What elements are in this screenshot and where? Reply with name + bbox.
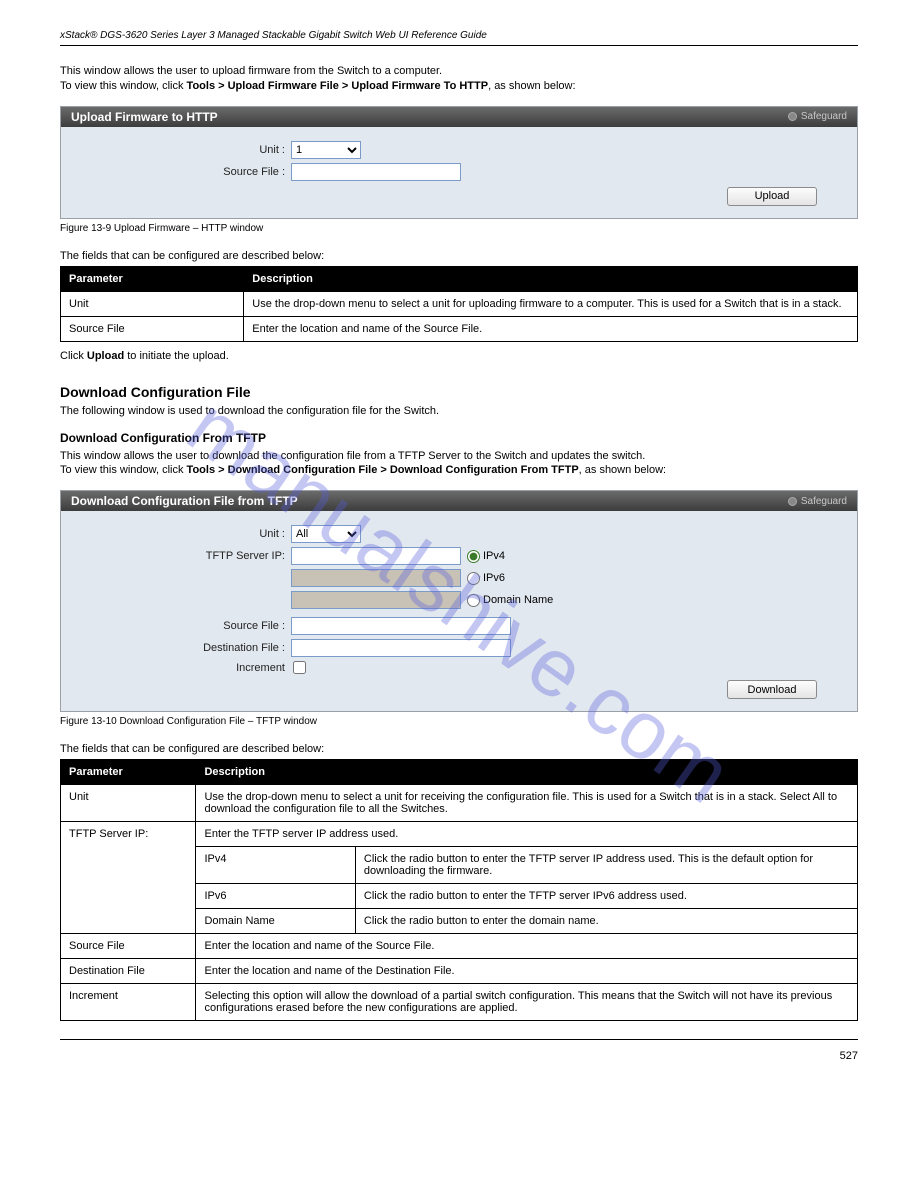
ipv4-label: IPv4 bbox=[483, 550, 505, 562]
intro-text: , as shown below: bbox=[488, 80, 575, 92]
tftp-ipv4-input[interactable] bbox=[291, 547, 461, 565]
section1-intro: This window allows the user to upload fi… bbox=[60, 64, 858, 94]
subsection-title: Download Configuration From TFTP bbox=[60, 431, 858, 445]
panel-title-bar: Download Configuration File from TFTP Sa… bbox=[61, 491, 857, 511]
page-footer: 527 bbox=[60, 1050, 858, 1062]
param-cell: Source File bbox=[61, 316, 244, 341]
page-content: xStack® DGS-3620 Series Layer 3 Managed … bbox=[0, 0, 918, 1092]
source-file-input[interactable] bbox=[291, 163, 461, 181]
increment-checkbox[interactable] bbox=[293, 661, 306, 674]
source-file-label: Source File : bbox=[71, 620, 291, 632]
section2-intro: The following window is used to download… bbox=[60, 404, 858, 419]
table-row: Unit Use the drop-down menu to select a … bbox=[61, 785, 858, 822]
desc-cell: Click the radio button to enter the doma… bbox=[355, 909, 857, 934]
table-row: Unit Use the drop-down menu to select a … bbox=[61, 291, 858, 316]
intro-path: Tools > Upload Firmware File > Upload Fi… bbox=[187, 80, 489, 92]
ipv6-radio[interactable] bbox=[467, 572, 480, 585]
fields-intro-2: The fields that can be configured are de… bbox=[60, 743, 858, 755]
safeguard-label: Safeguard bbox=[801, 496, 847, 507]
figure-caption-2: Figure 13-10 Download Configuration File… bbox=[60, 716, 858, 727]
table-row: Source File Enter the location and name … bbox=[61, 934, 858, 959]
source-file-input[interactable] bbox=[291, 617, 511, 635]
fields-intro-1: The fields that can be configured are de… bbox=[60, 250, 858, 262]
domain-label: Domain Name bbox=[483, 594, 553, 606]
desc-cell: Enter the TFTP server IP address used. bbox=[196, 822, 858, 847]
safeguard-icon bbox=[788, 497, 797, 506]
intro-text: To view this window, click bbox=[60, 464, 187, 476]
desc-cell: Use the drop-down menu to select a unit … bbox=[196, 785, 858, 822]
dest-file-input[interactable] bbox=[291, 639, 511, 657]
panel-title: Download Configuration File from TFTP bbox=[71, 494, 298, 508]
upload-firmware-panel: Upload Firmware to HTTP Safeguard Unit :… bbox=[60, 106, 858, 219]
intro-text: This window allows the user to upload fi… bbox=[60, 65, 442, 77]
intro-text: , as shown below: bbox=[579, 464, 666, 476]
unit-select[interactable]: 1 bbox=[291, 141, 361, 159]
desc-cell: Click the radio button to enter the TFTP… bbox=[355, 847, 857, 884]
th-param: Parameter bbox=[61, 266, 244, 291]
intro-text: This window allows the user to download … bbox=[60, 450, 645, 462]
header-rule bbox=[60, 45, 858, 46]
intro-path: Tools > Download Configuration File > Do… bbox=[187, 464, 579, 476]
section2-sub-intro: This window allows the user to download … bbox=[60, 449, 858, 479]
unit-select[interactable]: All bbox=[291, 525, 361, 543]
param-cell: Unit bbox=[61, 785, 196, 822]
subparam-cell: IPv4 bbox=[196, 847, 355, 884]
table-row: TFTP Server IP: Enter the TFTP server IP… bbox=[61, 822, 858, 847]
dest-file-label: Destination File : bbox=[71, 642, 291, 654]
safeguard-icon bbox=[788, 112, 797, 121]
ipv6-label: IPv6 bbox=[483, 572, 505, 584]
tftp-label: TFTP Server IP: bbox=[71, 550, 291, 562]
desc-cell: Click the radio button to enter the TFTP… bbox=[355, 884, 857, 909]
safeguard-badge: Safeguard bbox=[788, 496, 847, 507]
table-row: Increment Selecting this option will all… bbox=[61, 984, 858, 1021]
after-table-1: Click Upload to initiate the upload. bbox=[60, 350, 858, 362]
subparam-cell: IPv6 bbox=[196, 884, 355, 909]
param-cell: Destination File bbox=[61, 959, 196, 984]
upload-button[interactable]: Upload bbox=[727, 187, 817, 206]
desc-cell: Use the drop-down menu to select a unit … bbox=[244, 291, 858, 316]
unit-label: Unit : bbox=[71, 528, 291, 540]
section-title: Download Configuration File bbox=[60, 384, 858, 400]
tftp-ipv6-input[interactable] bbox=[291, 569, 461, 587]
params-table-2: Parameter Description Unit Use the drop-… bbox=[60, 759, 858, 1021]
desc-cell: Enter the location and name of the Sourc… bbox=[196, 934, 858, 959]
table-row: Destination File Enter the location and … bbox=[61, 959, 858, 984]
increment-label: Increment bbox=[71, 662, 291, 674]
source-file-label: Source File : bbox=[71, 166, 291, 178]
desc-cell: Enter the location and name of the Desti… bbox=[196, 959, 858, 984]
download-config-panel: Download Configuration File from TFTP Sa… bbox=[60, 490, 858, 712]
params-table-1: Parameter Description Unit Use the drop-… bbox=[60, 266, 858, 342]
param-cell: Increment bbox=[61, 984, 196, 1021]
desc-cell: Selecting this option will allow the dow… bbox=[196, 984, 858, 1021]
domain-radio[interactable] bbox=[467, 594, 480, 607]
tftp-domain-input[interactable] bbox=[291, 591, 461, 609]
ipv4-radio[interactable] bbox=[467, 550, 480, 563]
page-number: 527 bbox=[840, 1050, 858, 1062]
footer-rule bbox=[60, 1039, 858, 1040]
desc-cell: Enter the location and name of the Sourc… bbox=[244, 316, 858, 341]
page-header: xStack® DGS-3620 Series Layer 3 Managed … bbox=[60, 30, 858, 41]
intro-text: To view this window, click bbox=[60, 80, 187, 92]
safeguard-label: Safeguard bbox=[801, 111, 847, 122]
param-cell: TFTP Server IP: bbox=[61, 822, 196, 934]
unit-label: Unit : bbox=[71, 144, 291, 156]
subparam-cell: Domain Name bbox=[196, 909, 355, 934]
download-button[interactable]: Download bbox=[727, 680, 817, 699]
header-left: xStack® DGS-3620 Series Layer 3 Managed … bbox=[60, 30, 487, 41]
panel-title-bar: Upload Firmware to HTTP Safeguard bbox=[61, 107, 857, 127]
figure-caption-1: Figure 13-9 Upload Firmware – HTTP windo… bbox=[60, 223, 858, 234]
th-param: Parameter bbox=[61, 760, 196, 785]
panel-title: Upload Firmware to HTTP bbox=[71, 110, 218, 124]
table-row: Source File Enter the location and name … bbox=[61, 316, 858, 341]
safeguard-badge: Safeguard bbox=[788, 111, 847, 122]
th-desc: Description bbox=[244, 266, 858, 291]
param-cell: Source File bbox=[61, 934, 196, 959]
th-desc: Description bbox=[196, 760, 858, 785]
param-cell: Unit bbox=[61, 291, 244, 316]
